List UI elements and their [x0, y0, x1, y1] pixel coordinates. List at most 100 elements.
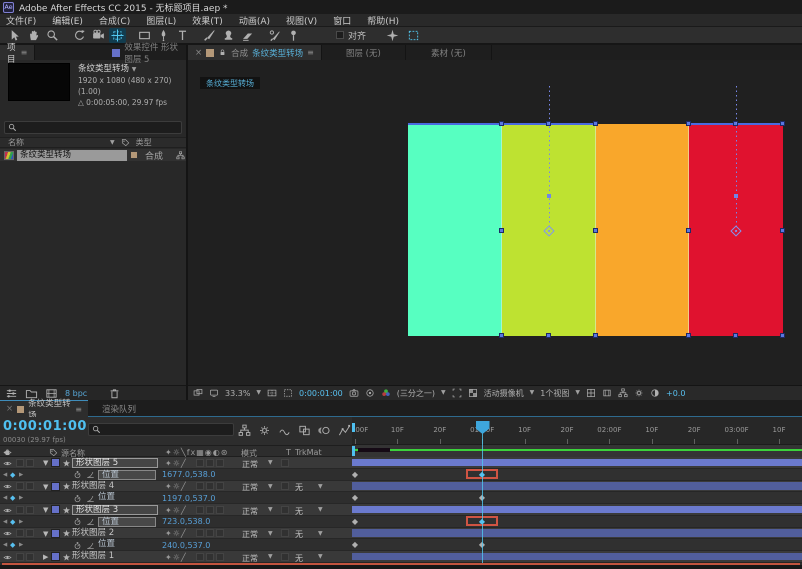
comp-thumbnail[interactable] — [8, 63, 70, 101]
comp-shape-rect-4[interactable] — [689, 124, 783, 336]
layer-row[interactable]: ▼ 形状图层 3 ✦☼╱ 正常 ▼ 无 ▼ — [0, 504, 352, 516]
exposure-icon[interactable] — [650, 388, 660, 398]
keyframe-indicator-icon[interactable]: ◆ — [10, 541, 15, 549]
draft-3d-icon[interactable] — [258, 424, 271, 437]
mask-visibility-icon[interactable] — [283, 388, 293, 398]
fast-preview-icon[interactable] — [602, 388, 612, 398]
interpolation-icon[interactable] — [86, 541, 95, 550]
eye-icon[interactable] — [3, 553, 12, 562]
rotation-tool[interactable] — [71, 28, 88, 43]
layer-row[interactable]: ▼ 形状图层 5 ✦☼╱ 正常 ▼ — [0, 457, 352, 469]
layer-switches[interactable]: ✦☼╱ — [165, 482, 187, 491]
position-label[interactable]: 位置 — [98, 540, 115, 550]
expand-arrow-icon[interactable]: ▼ — [43, 530, 48, 538]
next-keyframe-icon[interactable]: ▶ — [19, 542, 23, 548]
menu-item[interactable]: 编辑(E) — [52, 14, 83, 27]
snap-region-icon[interactable] — [407, 29, 420, 42]
position-value[interactable]: 240.0,537.0 — [162, 541, 210, 550]
menu-item[interactable]: 图层(L) — [146, 14, 176, 27]
av-cell[interactable] — [26, 458, 34, 467]
next-keyframe-icon[interactable]: ▶ — [19, 495, 23, 501]
label-column-icon[interactable] — [121, 138, 130, 147]
layer-color-chip[interactable] — [51, 552, 60, 562]
expand-arrow-icon[interactable]: ▼ — [43, 459, 48, 467]
tab-footage[interactable]: 素材 (无) — [406, 45, 492, 60]
switch-cell[interactable] — [206, 552, 214, 561]
interpolation-icon[interactable] — [86, 494, 95, 503]
switch-cell[interactable] — [216, 529, 224, 538]
puppet-pin-tool[interactable] — [285, 28, 302, 43]
layer-row[interactable]: ▼ 形状图层 4 ✦☼╱ 正常 ▼ 无 ▼ — [0, 480, 352, 493]
position-value[interactable]: 723.0,538.0 — [162, 517, 210, 526]
av-cell[interactable] — [26, 552, 34, 561]
view-layout-select[interactable]: 1个视图 — [540, 388, 569, 399]
keyframe[interactable]: ◆ — [352, 493, 358, 502]
comp-canvas[interactable] — [408, 124, 783, 336]
tab-layer[interactable]: 图层 (无) — [322, 45, 406, 60]
menu-item[interactable]: 文件(F) — [6, 14, 36, 27]
tab-composition[interactable]: × 合成 条纹类型转场 ≡ — [188, 45, 322, 60]
eye-icon[interactable] — [3, 482, 12, 491]
switch-cell[interactable] — [206, 458, 214, 467]
eye-icon[interactable] — [3, 459, 12, 468]
timeline-search-input[interactable] — [88, 423, 234, 436]
layer-duration-row[interactable] — [352, 551, 802, 563]
layer-duration-bar[interactable] — [352, 458, 802, 467]
position-keyframe-row[interactable]: ◆◆ — [352, 492, 802, 505]
prev-keyframe-icon[interactable]: ◀ — [3, 495, 7, 501]
switch-cell[interactable] — [206, 505, 214, 514]
zoom-level[interactable]: 33.3% — [225, 389, 250, 398]
layer-row[interactable]: ▼ 形状图层 2 ✦☼╱ 正常 ▼ 无 ▼ — [0, 527, 352, 540]
project-item-row[interactable]: 条纹类型转场 合成 — [0, 149, 186, 162]
tab-render-queue[interactable]: 渲染队列 — [88, 400, 150, 417]
keyframe-indicator-icon[interactable]: ◆ — [10, 494, 15, 502]
layer-duration-row[interactable] — [352, 480, 802, 493]
menu-item[interactable]: 动画(A) — [239, 14, 270, 27]
position-label[interactable]: 位置 — [98, 493, 115, 503]
expand-arrow-icon[interactable]: ▼ — [43, 506, 48, 514]
av-cell[interactable] — [26, 482, 34, 491]
layer-name[interactable]: 形状图层 1 — [72, 552, 114, 562]
layer-duration-bar[interactable] — [352, 505, 802, 514]
trkmat-dropdown-icon[interactable]: ▼ — [318, 554, 323, 560]
expand-arrow-icon[interactable]: ▶ — [43, 553, 48, 561]
tab-effect-controls[interactable]: 效果控件 形状图层 5 — [105, 43, 186, 65]
trkmat-cell[interactable] — [281, 482, 289, 491]
trkmat-cell[interactable] — [281, 505, 289, 514]
trkmat-cell[interactable] — [281, 458, 289, 467]
comp-breadcrumb[interactable]: 条纹类型转场 — [200, 77, 260, 89]
trkmat-dropdown-icon[interactable]: ▼ — [318, 483, 323, 490]
switch-cell[interactable] — [196, 458, 204, 467]
mode-dropdown-icon[interactable]: ▼ — [268, 507, 273, 513]
panel-menu-icon[interactable]: ≡ — [307, 48, 314, 57]
camera-tool[interactable] — [90, 28, 107, 43]
position-label[interactable]: 位置 — [98, 469, 156, 480]
layer-duration-bar[interactable] — [352, 552, 802, 561]
snap-checkbox[interactable] — [336, 31, 344, 39]
comp-flowchart-icon[interactable] — [238, 424, 251, 437]
layer-color-chip[interactable] — [51, 481, 60, 491]
keyframe[interactable]: ◆ — [352, 470, 358, 479]
scroll-start-marker[interactable] — [352, 446, 355, 456]
next-keyframe-icon[interactable]: ▶ — [19, 472, 23, 478]
layer-color-chip[interactable] — [51, 528, 60, 538]
always-preview-icon[interactable] — [193, 388, 203, 398]
prev-keyframe-icon[interactable]: ◀ — [3, 519, 7, 525]
position-keyframe-row[interactable]: ◆◆ — [352, 468, 802, 481]
panel-menu-icon[interactable]: ≡ — [75, 405, 82, 414]
switch-cell[interactable] — [196, 482, 204, 491]
resolution-select[interactable]: (三分之一) — [397, 388, 435, 399]
layer-duration-bar[interactable] — [352, 529, 802, 537]
switch-cell[interactable] — [206, 482, 214, 491]
layer-switches[interactable]: ✦☼╱ — [165, 506, 187, 515]
av-cell[interactable] — [16, 505, 24, 514]
switch-cell[interactable] — [196, 529, 204, 538]
keyframe[interactable]: ◆ — [352, 540, 358, 549]
menu-item[interactable]: 窗口 — [333, 14, 351, 27]
column-t[interactable]: T — [286, 448, 291, 457]
layer-switches[interactable]: ✦☼╱ — [165, 529, 187, 538]
project-column-header[interactable]: 名称 ▼ 类型 — [0, 137, 186, 148]
position-label[interactable]: 位置 — [98, 516, 156, 527]
zoom-dropdown-icon[interactable]: ▼ — [256, 390, 261, 396]
frame-blend-icon[interactable] — [298, 424, 311, 437]
